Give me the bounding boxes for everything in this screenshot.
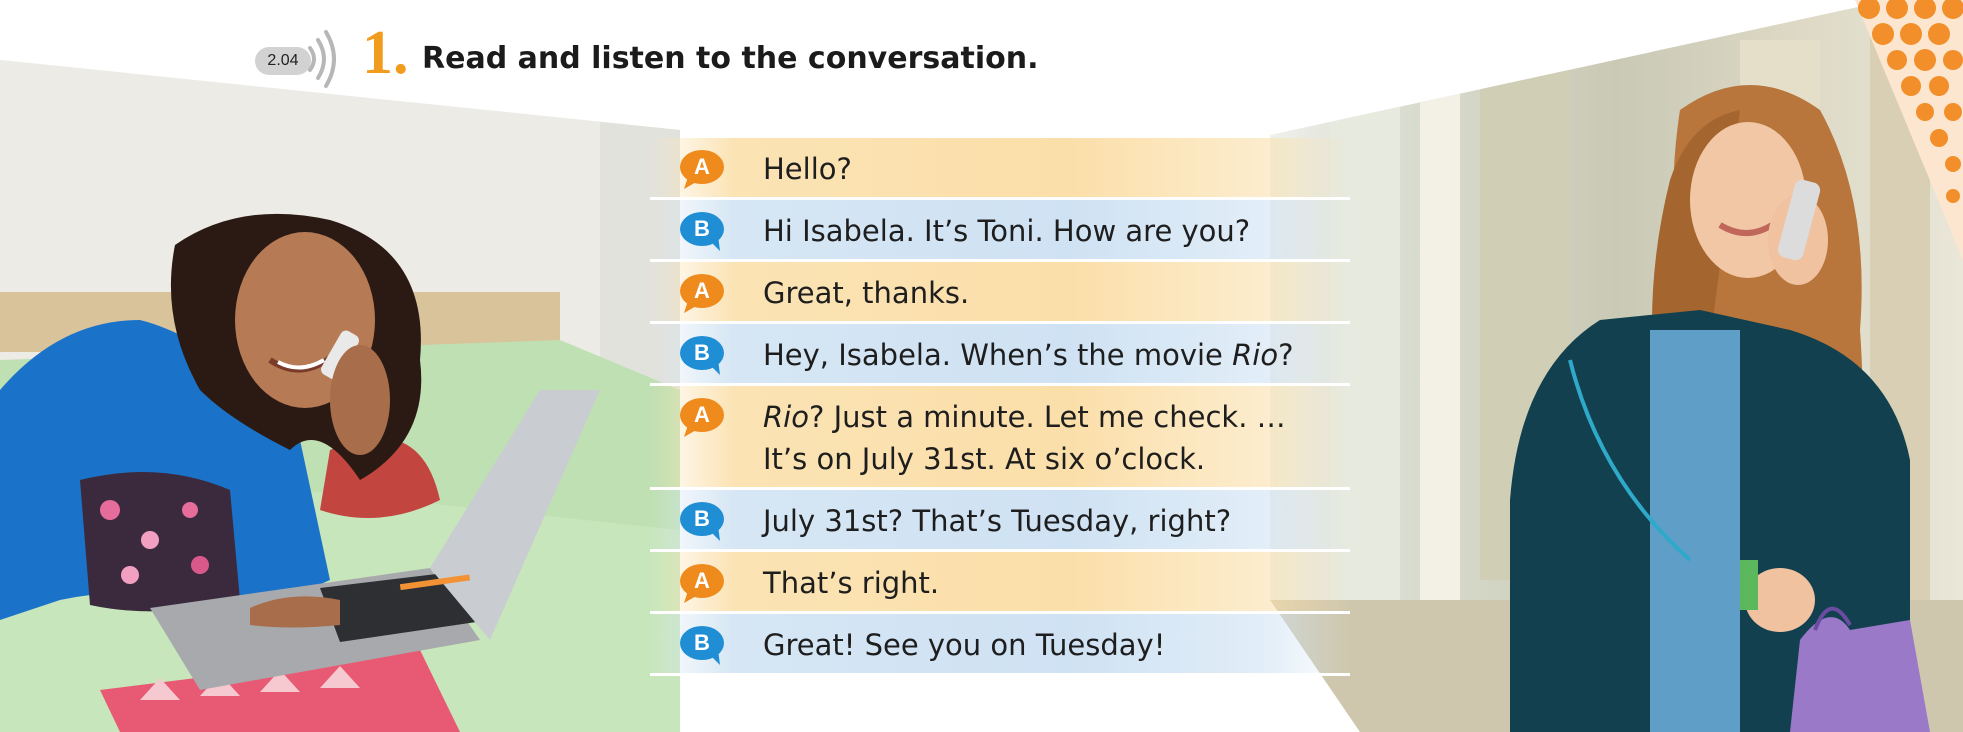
photo-girl-with-laptop — [0, 60, 680, 732]
speaker-b-bubble-icon: B — [680, 625, 724, 665]
dialogue-text: Great, thanks. — [763, 272, 1330, 314]
dialogue-text-part: ? — [1278, 338, 1294, 372]
dialogue-text-part: ? Just a minute. Let me check. … — [808, 400, 1286, 434]
speaker-label: B — [694, 340, 710, 365]
speaker-a-bubble-icon: A — [680, 563, 724, 603]
dialogue-line-8: B Great! See you on Tuesday! — [650, 614, 1350, 676]
audio-track-badge[interactable]: 2.04 — [255, 47, 311, 75]
dialogue-text-part: Hi Isabela. It’s Toni. How are you? — [763, 214, 1251, 248]
dialogue-text: Hello? — [763, 148, 1330, 190]
speaker-label: A — [694, 402, 710, 427]
speaker-label: B — [694, 216, 710, 241]
dialogue-line-1: A Hello? — [650, 138, 1350, 200]
speaker-a-bubble-icon: A — [680, 273, 724, 313]
dialogue-text: Hey, Isabela. When’s the movie Rio? — [763, 334, 1330, 376]
dialogue-line-4: B Hey, Isabela. When’s the movie Rio? — [650, 324, 1350, 386]
dialogue-line-2: B Hi Isabela. It’s Toni. How are you? — [650, 200, 1350, 262]
speaker-b-bubble-icon: B — [680, 211, 724, 251]
exercise-instruction: Read and listen to the conversation. — [422, 41, 1039, 76]
speaker-label: A — [694, 568, 710, 593]
dialogue-text: Hi Isabela. It’s Toni. How are you? — [763, 210, 1330, 252]
speaker-label: B — [694, 630, 710, 655]
dialogue-line-5: A Rio? Just a minute. Let me check. … It’s… — [650, 386, 1350, 490]
speaker-label: A — [694, 278, 710, 303]
speaker-label: B — [694, 506, 710, 531]
decorative-dots — [1855, 0, 1963, 260]
dialogue-text: That’s right. — [763, 562, 1330, 604]
speaker-b-bubble-icon: B — [680, 501, 724, 541]
speaker-a-bubble-icon: A — [680, 397, 724, 437]
dialogue-line-7: A That’s right. — [650, 552, 1350, 614]
dialogue-text-part: July 31st? That’s Tuesday, right? — [763, 504, 1232, 538]
speaker-label: A — [694, 154, 710, 179]
dialogue-line-6: B July 31st? That’s Tuesday, right? — [650, 490, 1350, 552]
dialogue-text: July 31st? That’s Tuesday, right? — [763, 500, 1330, 542]
speaker-a-bubble-icon: A — [680, 149, 724, 189]
sound-waves-icon[interactable] — [306, 28, 340, 90]
dialogue-text: Rio? Just a minute. Let me check. … It’s … — [763, 396, 1330, 480]
dialogue-text-line2: It’s on July 31st. At six o’clock. — [763, 442, 1206, 476]
movie-title: Rio — [763, 400, 809, 434]
dialogue-text-part: That’s right. — [763, 566, 940, 600]
dialogue-text-part: Hello? — [763, 152, 852, 186]
dialogue-text: Great! See you on Tuesday! — [763, 624, 1330, 666]
dialogue-line-3: A Great, thanks. — [650, 262, 1350, 324]
exercise-number: 1. — [362, 19, 409, 87]
dialogue-text-part: Great, thanks. — [763, 276, 970, 310]
speaker-b-bubble-icon: B — [680, 335, 724, 375]
movie-title: Rio — [1232, 338, 1279, 372]
dialogue-text-part: Great! See you on Tuesday! — [763, 628, 1166, 662]
dialogue-text-part: Hey, Isabela. When’s the movie — [763, 338, 1233, 372]
